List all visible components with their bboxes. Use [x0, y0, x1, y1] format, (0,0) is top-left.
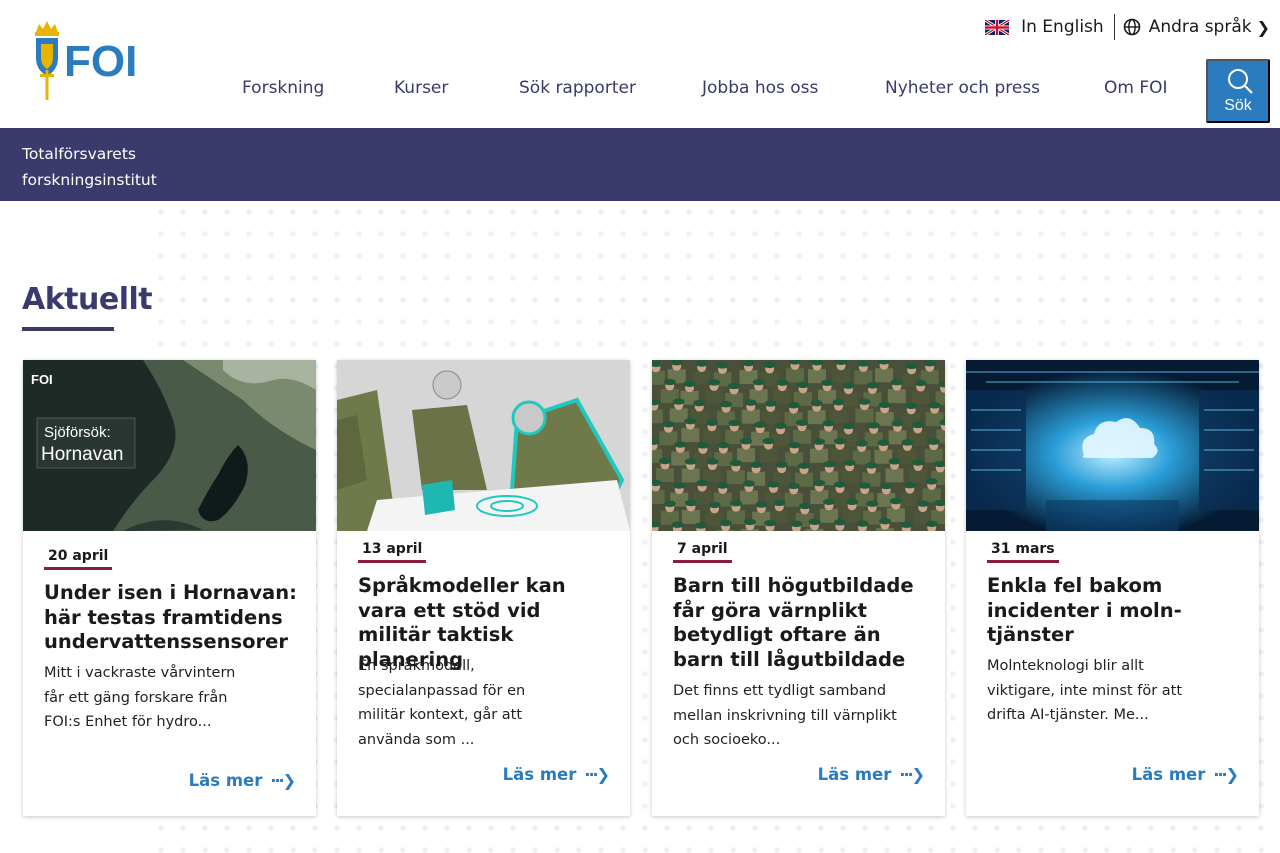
- globe-icon: [1123, 18, 1140, 36]
- news-card-title[interactable]: Barn till högutbildade får göra värnplik…: [673, 574, 931, 672]
- language-divider: [1113, 14, 1115, 40]
- read-more-label: Läs mer: [1131, 765, 1206, 784]
- nav-item-nyheter-och-press[interactable]: Nyheter och press: [885, 78, 1040, 98]
- language-switcher: In English Andra språk ❯: [985, 14, 1270, 40]
- svg-text:FOI: FOI: [64, 37, 137, 86]
- section-title-underline: [22, 327, 114, 331]
- read-more-label: Läs mer: [188, 771, 263, 790]
- news-card-description: En språkmodell, specialanpassad för en m…: [358, 658, 526, 748]
- read-more-link[interactable]: Läs mer ···❯: [1131, 765, 1239, 784]
- arrow-right-icon: ···❯: [270, 771, 296, 790]
- in-english-link[interactable]: In English: [1021, 17, 1104, 37]
- svg-text:Hornavan: Hornavan: [41, 444, 123, 465]
- news-card-image: [337, 360, 630, 531]
- arrow-right-icon: ···❯: [584, 765, 610, 784]
- news-card-description: Mitt i vackraste vårvintern får ett gäng…: [44, 665, 236, 730]
- other-languages-link[interactable]: Andra språk: [1149, 17, 1252, 37]
- news-card-image: FOI Sjöförsök: Hornavan: [23, 360, 316, 531]
- read-more-link[interactable]: Läs mer ···❯: [817, 765, 925, 784]
- news-card-date: 31 mars: [987, 541, 1059, 563]
- news-card[interactable]: 7 april Barn till högutbildade får göra …: [652, 360, 945, 816]
- news-card-description: Det finns ett tydligt samband mellan ins…: [673, 683, 897, 748]
- news-card-date: 7 april: [673, 541, 732, 563]
- read-more-link[interactable]: Läs mer ···❯: [188, 771, 296, 790]
- org-tagline-line2: forskningsinstitut: [22, 171, 157, 189]
- news-card[interactable]: FOI Sjöförsök: Hornavan 20 april Under i…: [23, 360, 316, 816]
- nav-item-sok-rapporter[interactable]: Sök rapporter: [519, 78, 636, 98]
- news-card-image: [652, 360, 945, 531]
- news-card-description: Molnteknologi blir allt viktigare, inte …: [987, 658, 1183, 723]
- section-title: Aktuellt: [22, 282, 153, 317]
- news-card[interactable]: 13 april Språkmodeller kan vara ett stöd…: [337, 360, 630, 816]
- org-banner: Totalförsvarets forskningsinstitut: [0, 128, 1280, 201]
- news-card-image: [966, 360, 1259, 531]
- svg-text:Sjöförsök:: Sjöförsök:: [44, 424, 111, 441]
- chevron-right-icon: ❯: [1256, 17, 1270, 37]
- uk-flag-icon: [985, 19, 1010, 35]
- svg-text:FOI: FOI: [31, 372, 53, 387]
- org-tagline: Totalförsvarets forskningsinstitut: [22, 141, 222, 193]
- search-label: Sök: [1224, 97, 1252, 114]
- search-button[interactable]: Sök: [1206, 59, 1270, 123]
- nav-item-kurser[interactable]: Kurser: [394, 78, 448, 98]
- foi-logo[interactable]: FOI: [30, 18, 150, 102]
- arrow-right-icon: ···❯: [899, 765, 925, 784]
- nav-item-om-foi[interactable]: Om FOI: [1104, 78, 1168, 98]
- org-tagline-line1: Totalförsvarets: [22, 145, 136, 163]
- news-card-date: 20 april: [44, 548, 113, 570]
- read-more-label: Läs mer: [817, 765, 892, 784]
- arrow-right-icon: ···❯: [1213, 765, 1239, 784]
- search-icon: [1228, 69, 1253, 94]
- news-card-title[interactable]: Under isen i Hornavan: här testas framti…: [44, 581, 302, 655]
- news-card[interactable]: 31 mars Enkla fel bakom incidenter i mol…: [966, 360, 1259, 816]
- read-more-label: Läs mer: [502, 765, 577, 784]
- foi-emblem-icon: FOI: [35, 21, 137, 100]
- news-card-title[interactable]: Enkla fel bakom incidenter i moln-tjänst…: [987, 574, 1187, 648]
- news-card-date: 13 april: [358, 541, 427, 563]
- nav-item-forskning[interactable]: Forskning: [242, 78, 324, 98]
- read-more-link[interactable]: Läs mer ···❯: [502, 765, 610, 784]
- site-header: FOI In English Andra språk ❯ Forskning K…: [0, 0, 1280, 128]
- nav-item-jobba-hos-oss[interactable]: Jobba hos oss: [702, 78, 818, 98]
